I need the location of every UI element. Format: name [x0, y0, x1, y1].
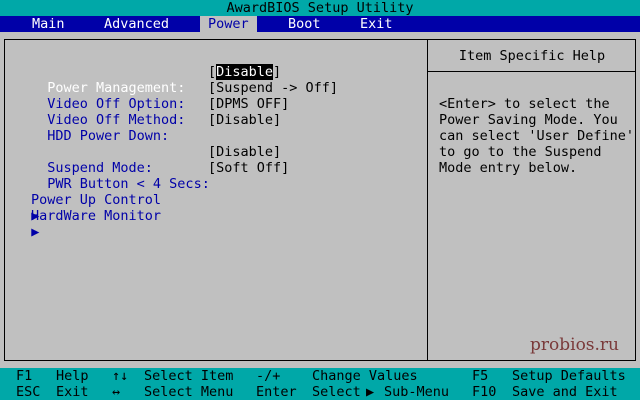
help-title: Item Specific Help	[458, 48, 606, 64]
hdd-power-down-value[interactable]: [Disable]	[208, 112, 281, 128]
key-help-label: Help	[56, 368, 89, 384]
panel-divider	[427, 39, 428, 361]
setting-power-management[interactable]: Power Management:	[31, 64, 185, 96]
key-select-menu-label: Select Menu	[144, 384, 234, 400]
setting-pwr-button[interactable]: PWR Button < 4 Secs:	[31, 160, 210, 192]
pwr-button-label: PWR Button < 4 Secs:	[47, 176, 210, 192]
hardware-monitor-label[interactable]: HardWare Monitor	[31, 208, 161, 224]
key-enter: Enter	[256, 384, 297, 400]
help-line: <Enter> to select the	[439, 96, 610, 112]
setting-video-off-method[interactable]: Video Off Method:	[31, 96, 185, 128]
tab-power[interactable]: Power	[200, 16, 257, 32]
video-off-option-value[interactable]: [Suspend -> Off]	[208, 80, 338, 96]
menu-bar: Main Advanced Power Boot Exit	[0, 16, 640, 32]
key-sub-menu-label: Sub-Menu	[384, 384, 450, 400]
video-off-method-value[interactable]: [DPMS OFF]	[208, 96, 289, 112]
key-esc: ESC	[16, 384, 41, 400]
help-line: Mode entry below.	[439, 160, 578, 176]
submenu-arrow-icon: ▶	[31, 224, 40, 240]
setting-video-off-option[interactable]: Video Off Option:	[31, 80, 185, 112]
key-select-prefix: Select	[312, 384, 361, 400]
setting-suspend-mode[interactable]: Suspend Mode:	[31, 144, 153, 176]
help-title-divider	[428, 71, 636, 72]
key-f5: F5	[472, 368, 489, 384]
power-up-control-label[interactable]: Power Up Control	[31, 192, 161, 208]
tab-boot[interactable]: Boot	[280, 16, 329, 32]
help-line: to go to the Suspend	[439, 144, 602, 160]
key-f1: F1	[16, 368, 33, 384]
updown-arrows-icon: ↑↓	[112, 368, 129, 384]
key-f10: F10	[472, 384, 497, 400]
setting-hdd-power-down[interactable]: HDD Power Down:	[31, 112, 169, 144]
tab-advanced[interactable]: Advanced	[96, 16, 177, 32]
tab-main[interactable]: Main	[24, 16, 73, 32]
watermark: probios.ru	[530, 335, 620, 355]
leftright-arrows-icon: ↔	[112, 384, 121, 400]
key-exit-label: Exit	[56, 384, 89, 400]
key-change-values-label: Change Values	[312, 368, 418, 384]
pwr-button-value[interactable]: [Soft Off]	[208, 160, 289, 176]
tab-exit[interactable]: Exit	[352, 16, 401, 32]
key-save-exit-label: Save and Exit	[512, 384, 618, 400]
status-bar: F1 Help ↑↓ Select Item -/+ Change Values…	[0, 368, 640, 400]
bios-title: AwardBIOS Setup Utility	[226, 0, 414, 16]
hdd-power-down-label: HDD Power Down:	[47, 128, 170, 144]
key-select-item-label: Select Item	[144, 368, 234, 384]
suspend-mode-value[interactable]: [Disable]	[208, 144, 281, 160]
key-setup-defaults-label: Setup Defaults	[512, 368, 626, 384]
sub-menu-arrow-icon: ▶	[366, 384, 375, 400]
power-management-value[interactable]: [Disable]	[208, 64, 281, 80]
title-bar: AwardBIOS Setup Utility	[0, 0, 640, 16]
power-management-selected[interactable]: Disable	[216, 64, 274, 80]
key-minus-plus: -/+	[256, 368, 281, 384]
help-line: can select 'User Define'	[439, 128, 635, 144]
help-line: Power Saving Mode. You	[439, 112, 618, 128]
